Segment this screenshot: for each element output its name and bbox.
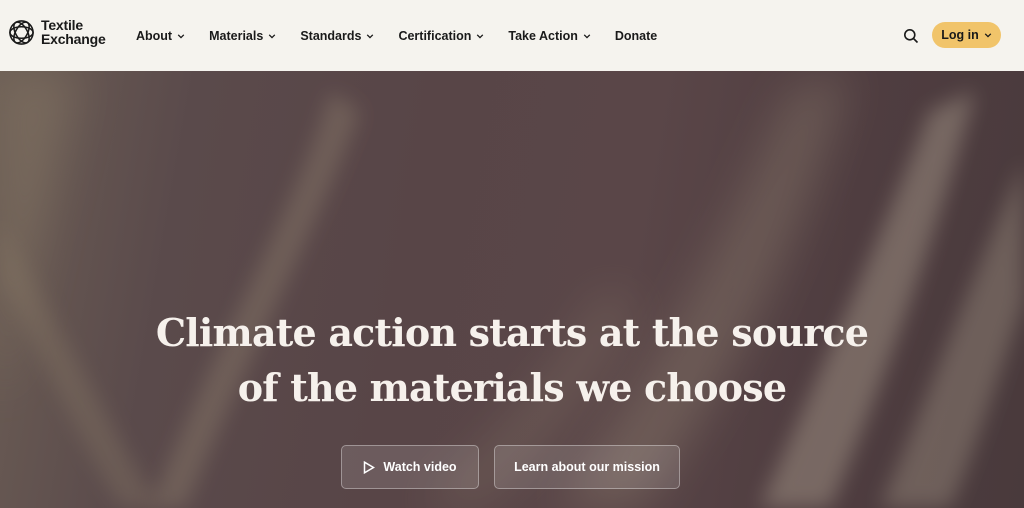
chevron-down-icon	[477, 33, 484, 39]
nav-item-certification[interactable]: Certification	[398, 29, 484, 43]
brand-line-2: Exchange	[41, 31, 106, 47]
headline-line-2: of the materials we choose	[237, 365, 787, 410]
brand-logo[interactable]: Textile Exchange	[8, 18, 106, 46]
hero-background-image	[0, 71, 1024, 508]
headline-line-1: Climate action starts at the source	[155, 310, 869, 355]
play-icon	[364, 460, 376, 474]
chevron-down-icon	[177, 33, 185, 39]
nav-item-take-action[interactable]: Take Action	[508, 28, 591, 43]
hero-section: Climate action starts at the source of t…	[0, 71, 1024, 508]
nav-label: About	[136, 28, 173, 43]
nav-label: Standards	[300, 28, 362, 43]
learn-mission-button[interactable]: Learn about our mission	[494, 445, 680, 489]
chevron-down-icon	[984, 33, 992, 38]
watch-video-label: Watch video	[383, 460, 457, 474]
chevron-down-icon	[269, 33, 276, 39]
nav-label: Materials	[209, 28, 264, 43]
nav-item-standards[interactable]: Standards	[300, 29, 374, 43]
chevron-down-icon	[367, 33, 374, 39]
learn-mission-label: Learn about our mission	[514, 460, 660, 474]
main-nav: About Materials Standards Certification …	[136, 0, 657, 71]
globe-knot-logo-icon	[9, 19, 34, 45]
login-label: Log in	[941, 28, 979, 42]
nav-item-materials[interactable]: Materials	[209, 29, 276, 43]
hero-headline: Climate action starts at the source of t…	[0, 305, 1024, 415]
nav-item-donate[interactable]: Donate	[615, 29, 657, 43]
nav-item-about[interactable]: About	[136, 29, 185, 43]
search-icon[interactable]	[903, 28, 919, 44]
brand-name: Textile Exchange	[41, 18, 106, 46]
login-button[interactable]: Log in	[932, 22, 1001, 48]
nav-label: Certification	[398, 28, 472, 43]
watch-video-button[interactable]: Watch video	[341, 445, 479, 489]
chevron-down-icon	[583, 33, 591, 39]
nav-label: Take Action	[508, 28, 578, 43]
brand-line-1: Textile	[41, 17, 83, 33]
nav-label: Donate	[614, 28, 658, 43]
site-header: Textile Exchange About Materials Standar…	[0, 0, 1024, 71]
